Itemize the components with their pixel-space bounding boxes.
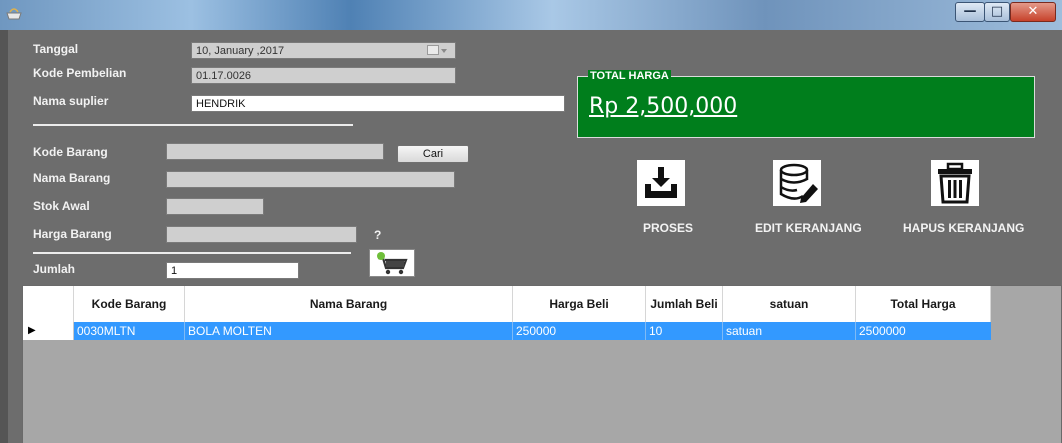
tanggal-label: Tanggal — [33, 42, 79, 56]
edit-keranjang-button[interactable] — [773, 160, 821, 206]
cell-nama-barang[interactable]: BOLA MOLTEN — [185, 322, 513, 340]
separator-line — [33, 124, 353, 126]
hapus-keranjang-button[interactable] — [931, 160, 979, 206]
maximize-button[interactable]: □ — [984, 2, 1010, 22]
stok-awal-field[interactable] — [166, 198, 264, 215]
cari-button[interactable]: Cari — [397, 145, 469, 163]
download-tray-icon — [645, 167, 677, 198]
row-selector[interactable]: ▶ — [23, 322, 74, 340]
title-bar: — □ ✕ — [0, 0, 1062, 30]
trash-icon — [938, 162, 972, 204]
total-harga-legend: TOTAL HARGA — [588, 70, 671, 82]
kode-pembelian-field[interactable]: 01.17.0026 — [191, 67, 456, 84]
tanggal-date-picker[interactable]: 10, January ,2017 — [191, 42, 456, 59]
hapus-keranjang-label: HAPUS KERANJANG — [903, 221, 1025, 235]
kode-barang-field[interactable] — [166, 143, 384, 160]
column-header-jumlah-beli[interactable]: Jumlah Beli — [646, 286, 723, 322]
help-mark: ? — [374, 228, 382, 242]
calendar-dropdown-icon[interactable] — [427, 45, 449, 56]
total-harga-value: Rp 2,500,000 — [589, 94, 738, 119]
kode-pembelian-label: Kode Pembelian — [33, 66, 127, 80]
cell-jumlah-beli[interactable]: 10 — [646, 322, 723, 340]
database-edit-icon — [779, 163, 818, 203]
close-button[interactable]: ✕ — [1010, 2, 1056, 22]
grid-header: Kode Barang Nama Barang Harga Beli Jumla… — [23, 286, 991, 323]
nama-barang-label: Nama Barang — [33, 171, 111, 185]
harga-barang-field[interactable] — [166, 226, 357, 243]
cell-total-harga[interactable]: 2500000 — [856, 322, 991, 340]
cell-harga-beli[interactable]: 250000 — [513, 322, 646, 340]
add-to-cart-icon — [377, 252, 408, 275]
cell-kode-barang[interactable]: 0030MLTN — [74, 322, 185, 340]
current-row-arrow-icon: ▶ — [28, 325, 36, 336]
cell-satuan[interactable]: satuan — [723, 322, 856, 340]
nama-barang-field[interactable] — [166, 171, 455, 188]
column-header-nama-barang[interactable]: Nama Barang — [185, 286, 513, 322]
column-header-satuan[interactable]: satuan — [723, 286, 856, 322]
edit-keranjang-label: EDIT KERANJANG — [755, 221, 862, 235]
column-header-harga-beli[interactable]: Harga Beli — [513, 286, 646, 322]
minimize-button[interactable]: — — [955, 2, 985, 22]
row-header-corner — [23, 286, 74, 322]
separator-line-2 — [33, 252, 351, 254]
cart-data-grid[interactable]: Kode Barang Nama Barang Harga Beli Jumla… — [22, 285, 1062, 443]
jumlah-field[interactable]: 1 — [166, 262, 299, 279]
column-header-total-harga[interactable]: Total Harga — [856, 286, 991, 322]
nama-suplier-label: Nama suplier — [33, 94, 109, 108]
nama-suplier-field[interactable]: HENDRIK — [191, 95, 565, 112]
add-to-cart-button[interactable] — [369, 249, 415, 277]
app-icon — [6, 8, 22, 20]
harga-barang-label: Harga Barang — [33, 227, 112, 241]
purchase-window: — □ ✕ Tanggal 10, January ,2017 Kode Pem… — [0, 0, 1062, 443]
proses-button[interactable] — [637, 160, 685, 206]
jumlah-label: Jumlah — [33, 262, 76, 276]
proses-label: PROSES — [643, 221, 694, 235]
kode-barang-label: Kode Barang — [33, 145, 108, 159]
table-row[interactable]: 0030MLTN BOLA MOLTEN 250000 10 satuan 25… — [74, 322, 991, 340]
window-left-border — [0, 30, 8, 443]
column-header-kode-barang[interactable]: Kode Barang — [74, 286, 185, 322]
stok-awal-label: Stok Awal — [33, 199, 90, 213]
